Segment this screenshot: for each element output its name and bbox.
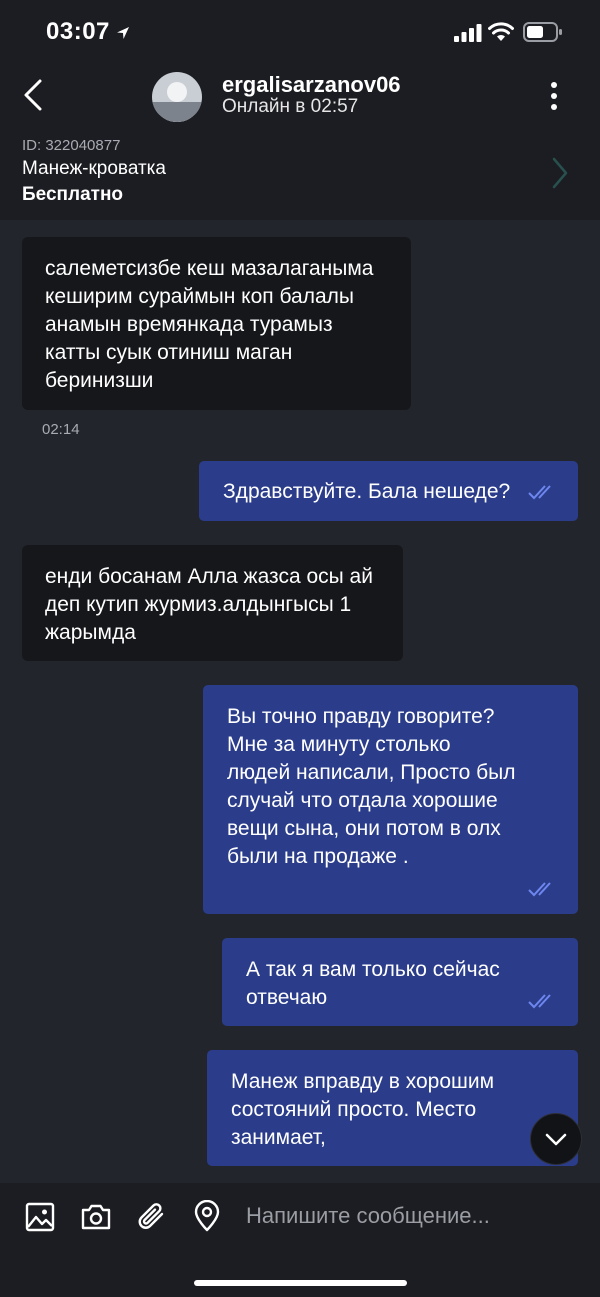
message-text: салеметсизбе кеш мазалаганыма кеширим су… <box>45 257 374 392</box>
camera-icon <box>81 1204 111 1230</box>
gallery-button[interactable] <box>25 1202 55 1232</box>
scroll-to-bottom-button[interactable] <box>530 1113 582 1165</box>
location-button[interactable] <box>193 1200 221 1232</box>
message-text: Вы точно правду говорите? Мне за минуту … <box>227 705 516 868</box>
home-indicator <box>194 1280 407 1286</box>
message-time: 02:14 <box>42 421 80 438</box>
chevron-right-icon <box>552 157 568 189</box>
message-outgoing: Манеж вправду в хорошим состояний просто… <box>207 1050 578 1166</box>
chevron-left-icon <box>24 79 42 111</box>
read-check-icon <box>528 485 551 500</box>
chevron-down-icon <box>545 1133 567 1146</box>
location-arrow-icon <box>115 25 131 41</box>
more-options-button[interactable] <box>544 80 564 112</box>
map-pin-icon <box>194 1200 220 1232</box>
read-check-icon <box>528 994 551 1009</box>
message-outgoing: Вы точно правду говорите? Мне за минуту … <box>203 685 578 914</box>
message-outgoing: А так я вам только сейчас отвечаю <box>222 938 578 1026</box>
read-check-icon <box>528 882 551 897</box>
chat-username[interactable]: ergalisarzanov06 <box>222 72 401 98</box>
ad-price: Бесплатно <box>22 184 124 205</box>
paperclip-icon <box>138 1203 164 1229</box>
wifi-icon <box>488 22 514 42</box>
message-outgoing: Здравствуйте. Бала нешеде? <box>199 461 578 521</box>
camera-button[interactable] <box>80 1202 112 1232</box>
ad-id: ID: 322040877 <box>22 137 121 154</box>
signal-icon <box>454 24 484 42</box>
message-text: Здравствуйте. Бала нешеде? <box>223 480 511 503</box>
message-text: енди босанам Алла жазса осы ай деп кутип… <box>45 565 373 644</box>
image-icon <box>25 1202 55 1232</box>
ad-title[interactable]: Манеж-кроватка <box>22 158 166 180</box>
back-button[interactable] <box>20 78 46 112</box>
message-incoming: енди босанам Алла жазса осы ай деп кутип… <box>22 545 403 661</box>
status-time: 03:07 <box>46 18 110 45</box>
message-incoming: салеметсизбе кеш мазалаганыма кеширим су… <box>22 237 411 410</box>
message-text: А так я вам только сейчас отвечаю <box>246 958 500 1009</box>
battery-icon <box>523 22 563 42</box>
more-vertical-icon <box>551 82 557 110</box>
message-text: Манеж вправду в хорошим состояний просто… <box>231 1070 495 1149</box>
attach-button[interactable] <box>136 1200 168 1232</box>
online-status: Онлайн в 02:57 <box>222 96 359 117</box>
avatar[interactable] <box>152 72 202 122</box>
open-ad-button[interactable] <box>550 156 570 190</box>
message-input[interactable] <box>246 1200 576 1232</box>
